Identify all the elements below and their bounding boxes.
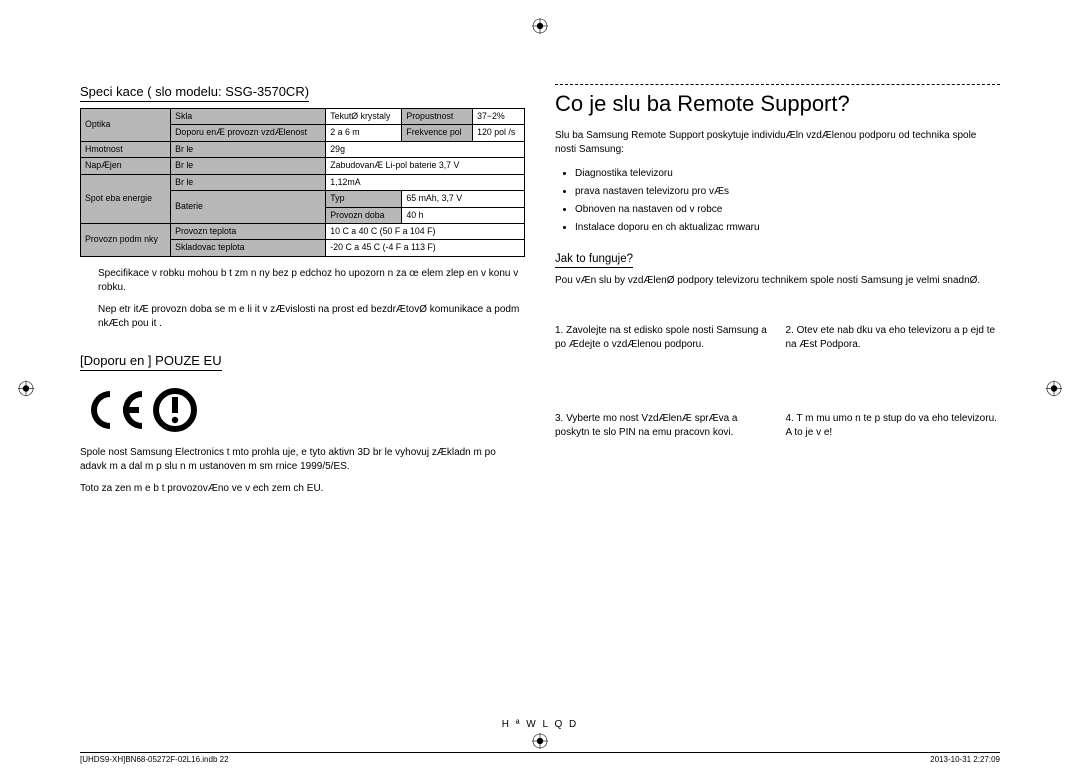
cell: Skla xyxy=(171,109,326,125)
eu-section-title: [Doporu en ] POUZE EU xyxy=(80,353,222,371)
cell: Typ xyxy=(326,191,402,207)
steps-grid: 1. Zavolejte na st edisko spole nosti Sa… xyxy=(555,324,1000,440)
cell: 120 pol /s xyxy=(473,125,525,141)
cell: Br le xyxy=(171,174,326,190)
spec-note-2: Nep etr itÆ provozn doba se m e li it v … xyxy=(80,303,525,331)
cell: 37−2% xyxy=(473,109,525,125)
remote-support-intro: Slu ba Samsung Remote Support poskytuje … xyxy=(555,129,1000,157)
cell: Skladovac teplota xyxy=(171,240,326,256)
cell: 29g xyxy=(326,141,525,157)
spec-table: Optika Skla TekutØ krystaly Propustnost … xyxy=(80,108,525,257)
page: Speci kace ( slo modelu: SSG-3570CR) Opt… xyxy=(0,0,1080,780)
left-column: Speci kace ( slo modelu: SSG-3570CR) Opt… xyxy=(80,84,525,504)
cell: Doporu enÆ provozn vzdÆlenost xyxy=(171,125,326,141)
feature-list: Diagnostika televizoru prava nastaven te… xyxy=(555,165,1000,237)
cell: Provozn doba xyxy=(326,207,402,223)
ce-mark-icon xyxy=(80,387,210,433)
list-item: Instalace doporu en ch aktualizac rmwaru xyxy=(575,219,1000,237)
dashed-divider: Co je slu ba Remote Support? xyxy=(555,84,1000,117)
table-row: Provozn podm nky Provozn teplota 10 C a … xyxy=(81,223,525,239)
list-item: prava nastaven televizoru pro vÆs xyxy=(575,183,1000,201)
eu-text-1: Spole nost Samsung Electronics t mto pro… xyxy=(80,446,525,474)
cell: Br le xyxy=(171,141,326,157)
cell: 2 a 6 m xyxy=(326,125,402,141)
list-item: Obnoven na nastaven od v robce xyxy=(575,201,1000,219)
right-column: Co je slu ba Remote Support? Slu ba Sams… xyxy=(555,84,1000,504)
how-it-works-text: Pou vÆn slu by vzdÆlenØ podpory televizo… xyxy=(555,274,1000,288)
cell: Optika xyxy=(81,109,171,142)
ce-mark-row xyxy=(80,387,525,436)
step-4: 4. T m mu umo n te p stup do va eho tele… xyxy=(786,412,1001,440)
cell: Provozn teplota xyxy=(171,223,326,239)
registration-mark-icon xyxy=(532,18,548,37)
table-row: Hmotnost Br le 29g xyxy=(81,141,525,157)
spec-section-title: Speci kace ( slo modelu: SSG-3570CR) xyxy=(80,84,309,102)
step-3: 3. Vyberte mo nost VzdÆlenÆ sprÆva a pos… xyxy=(555,412,770,440)
cell: Propustnost xyxy=(402,109,473,125)
columns: Speci kace ( slo modelu: SSG-3570CR) Opt… xyxy=(80,84,1000,504)
cell: TekutØ krystaly xyxy=(326,109,402,125)
page-footer-line: [UHDS9-XH]BN68-05272F-02L16.indb 22 2013… xyxy=(80,752,1000,764)
cell: Hmotnost xyxy=(81,141,171,157)
cell: Frekvence pol xyxy=(402,125,473,141)
footer-filename: [UHDS9-XH]BN68-05272F-02L16.indb 22 xyxy=(80,755,229,764)
remote-support-heading: Co je slu ba Remote Support? xyxy=(555,91,1000,117)
table-row: Optika Skla TekutØ krystaly Propustnost … xyxy=(81,109,525,125)
cell: 1,12mA xyxy=(326,174,525,190)
registration-mark-icon xyxy=(1046,381,1062,400)
footer-timestamp: 2013-10-31 2:27:09 xyxy=(930,755,1000,764)
cell: Spot eba energie xyxy=(81,174,171,223)
table-row: NapÆjen Br le ZabudovanÆ Li-pol baterie … xyxy=(81,158,525,174)
step-1: 1. Zavolejte na st edisko spole nosti Sa… xyxy=(555,324,770,352)
step-2: 2. Otev ete nab dku va eho televizoru a … xyxy=(786,324,1001,352)
page-footer-center: H ª W L Q D xyxy=(502,719,578,730)
eu-text-2: Toto za zen m e b t provozovÆno ve v ech… xyxy=(80,482,525,496)
spec-note-1: Specifikace v robku mohou b t zm n ny be… xyxy=(80,267,525,295)
registration-mark-icon xyxy=(18,381,34,400)
cell: -20 C a 45 C (-4 F a 113 F) xyxy=(326,240,525,256)
how-it-works-title: Jak to funguje? xyxy=(555,253,633,268)
cell: 65 mAh, 3,7 V xyxy=(402,191,525,207)
cell: Br le xyxy=(171,158,326,174)
cell: Provozn podm nky xyxy=(81,223,171,256)
registration-mark-icon xyxy=(532,733,548,752)
cell: Baterie xyxy=(171,191,326,224)
cell: NapÆjen xyxy=(81,158,171,174)
cell: 10 C a 40 C (50 F a 104 F) xyxy=(326,223,525,239)
list-item: Diagnostika televizoru xyxy=(575,165,1000,183)
table-row: Spot eba energie Br le 1,12mA xyxy=(81,174,525,190)
cell: 40 h xyxy=(402,207,525,223)
cell: ZabudovanÆ Li-pol baterie 3,7 V xyxy=(326,158,525,174)
